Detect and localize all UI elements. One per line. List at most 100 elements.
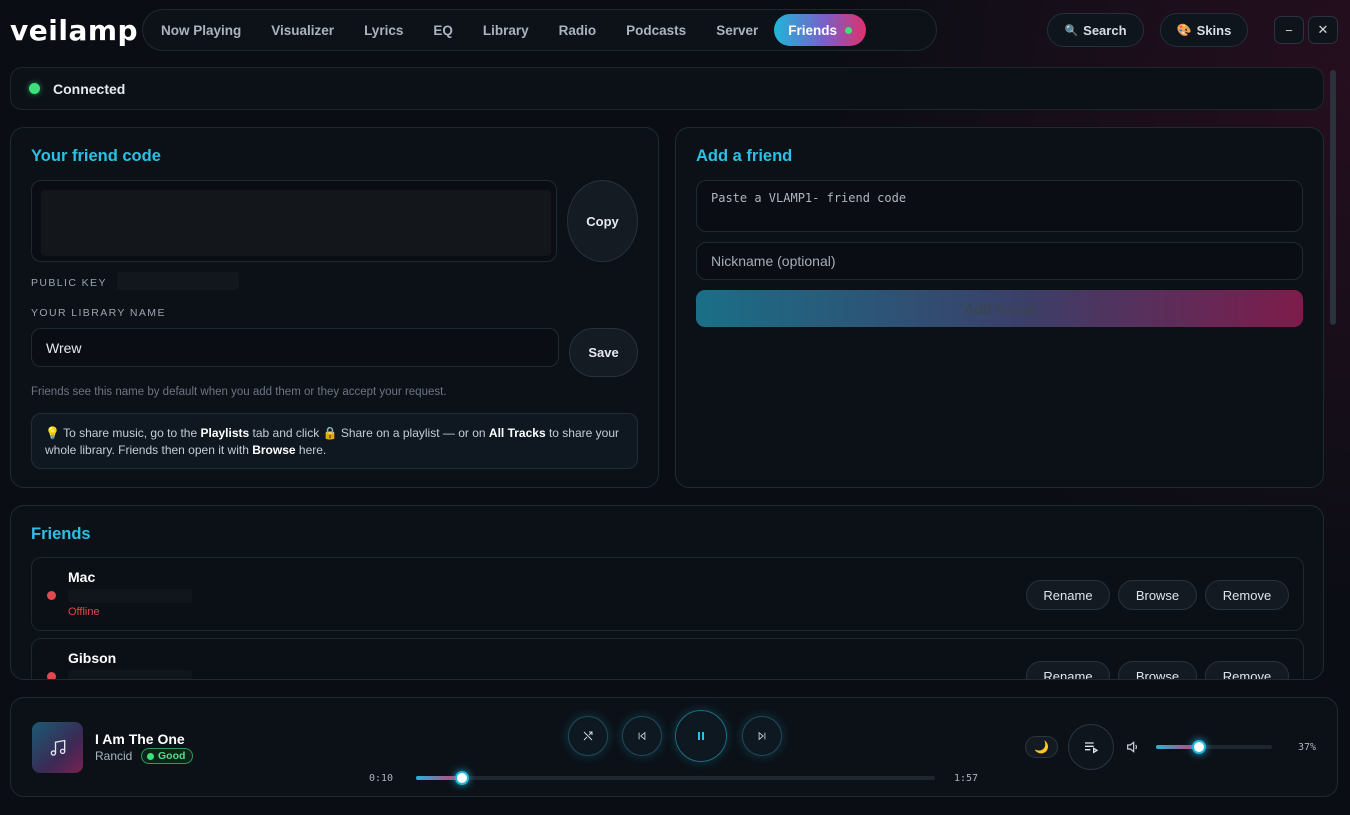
quality-label: Good xyxy=(158,750,186,762)
library-name-label: YOUR LIBRARY NAME xyxy=(31,307,166,319)
friend-name: Gibson xyxy=(68,650,117,666)
friends-card: Friends Mac Offline Rename Browse Remove… xyxy=(10,505,1324,680)
tip-text-4: here. xyxy=(295,443,327,457)
tab-label: EQ xyxy=(433,22,453,38)
search-label: Search xyxy=(1083,22,1127,38)
quality-dot xyxy=(147,752,154,760)
library-name-value: Wrew xyxy=(46,339,82,356)
tab-label: Friends xyxy=(788,22,837,38)
tab-label: Server xyxy=(716,22,759,38)
library-name-hint: Friends see this name by default when yo… xyxy=(31,386,447,398)
friend-code-box[interactable] xyxy=(31,180,557,262)
tab-friends[interactable]: Friends xyxy=(774,14,866,46)
friend-name: Mac xyxy=(68,569,96,585)
previous-button[interactable] xyxy=(622,716,662,756)
copy-button[interactable]: Copy xyxy=(567,180,638,262)
tip-text-1: To share music, go to the xyxy=(59,426,201,440)
remove-button[interactable]: Remove xyxy=(1205,580,1289,610)
seek-handle[interactable] xyxy=(455,771,469,785)
volume-percent: 37% xyxy=(1298,742,1317,753)
tip-text-2: tab and click 🔒 Share on a playlist — or… xyxy=(249,426,489,440)
library-name-input[interactable]: Wrew xyxy=(31,328,559,367)
lightbulb-icon: 💡 xyxy=(45,426,60,440)
seek-bar[interactable] xyxy=(416,771,935,785)
shuffle-button[interactable] xyxy=(568,716,608,756)
friends-title: Friends xyxy=(31,525,91,543)
save-button[interactable]: Save xyxy=(569,328,638,377)
offline-status-dot xyxy=(47,591,56,600)
friend-code-card: Your friend code Copy PUBLIC KEY YOUR LI… xyxy=(10,127,659,488)
tab-library[interactable]: Library xyxy=(469,14,543,46)
connection-status-text: Connected xyxy=(53,80,126,97)
speaker-icon xyxy=(1127,741,1138,753)
search-button[interactable]: 🔍 Search xyxy=(1047,13,1144,47)
tab-label: Lyrics xyxy=(364,22,404,38)
connection-led xyxy=(29,83,40,94)
remove-button[interactable]: Remove xyxy=(1205,661,1289,680)
browse-button[interactable]: Browse xyxy=(1118,580,1197,610)
browse-button[interactable]: Browse xyxy=(1118,661,1197,679)
next-button[interactable] xyxy=(742,716,782,756)
add-friend-title: Add a friend xyxy=(696,147,793,165)
album-art xyxy=(32,722,83,773)
nickname-placeholder: Nickname (optional) xyxy=(711,253,836,269)
minimize-button[interactable]: − xyxy=(1274,16,1304,44)
tip-all-tracks: All Tracks xyxy=(488,426,546,440)
tab-eq[interactable]: EQ xyxy=(419,14,467,46)
shuffle-icon xyxy=(583,731,593,741)
save-label: Save xyxy=(588,345,619,360)
offline-status-dot xyxy=(47,672,56,679)
tab-label: Library xyxy=(482,22,529,38)
tab-lyrics[interactable]: Lyrics xyxy=(350,14,417,46)
queue-icon xyxy=(1085,742,1099,754)
tab-label: Radio xyxy=(558,22,597,38)
skins-label: Skins xyxy=(1196,22,1232,38)
nickname-input[interactable]: Nickname (optional) xyxy=(696,242,1303,280)
track-title: I Am The One xyxy=(95,731,185,747)
scrollbar-thumb[interactable] xyxy=(1330,70,1336,325)
track-artist: Rancid xyxy=(95,749,133,763)
tab-now-playing[interactable]: Now Playing xyxy=(147,14,255,46)
rename-button[interactable]: Rename xyxy=(1026,580,1110,610)
minimize-icon: − xyxy=(1285,22,1293,38)
volume-icon[interactable] xyxy=(1125,739,1141,760)
add-friend-button[interactable]: Add friend xyxy=(696,290,1303,327)
remove-label: Remove xyxy=(1222,668,1272,680)
tab-label: Visualizer xyxy=(271,22,335,38)
skins-button[interactable]: 🎨 Skins xyxy=(1160,13,1248,47)
tab-label: Podcasts xyxy=(626,22,687,38)
sleep-timer-button[interactable]: 🌙 xyxy=(1025,736,1058,758)
app-logo: veilamp xyxy=(10,14,139,47)
queue-button[interactable] xyxy=(1068,724,1114,770)
tab-visualizer[interactable]: Visualizer xyxy=(257,14,348,46)
friend-key-redacted xyxy=(68,589,192,603)
connection-status-bar: Connected xyxy=(10,67,1324,110)
browse-label: Browse xyxy=(1135,587,1180,603)
online-dot xyxy=(845,26,852,34)
public-key-label: PUBLIC KEY xyxy=(31,277,107,289)
palette-icon: 🎨 xyxy=(1176,23,1192,37)
add-friend-card: Add a friend Paste a VLAMP1- friend code… xyxy=(675,127,1324,488)
friend-status: Offline xyxy=(68,606,100,618)
rename-label: Rename xyxy=(1043,668,1093,680)
tab-server[interactable]: Server xyxy=(702,14,772,46)
skip-back-icon xyxy=(638,731,646,741)
close-window-button[interactable]: ✕ xyxy=(1308,16,1338,44)
tip-playlists: Playlists xyxy=(200,426,250,440)
tab-podcasts[interactable]: Podcasts xyxy=(612,14,700,46)
volume-slider[interactable] xyxy=(1156,740,1272,754)
remove-label: Remove xyxy=(1222,587,1272,603)
friend-code-title: Your friend code xyxy=(31,147,161,165)
rename-button[interactable]: Rename xyxy=(1026,661,1110,680)
duration-time: 1:57 xyxy=(954,773,979,784)
pause-button[interactable] xyxy=(675,710,727,762)
tab-radio[interactable]: Radio xyxy=(545,14,611,46)
friend-row: Mac Offline Rename Browse Remove xyxy=(31,557,1304,631)
elapsed-time: 0:10 xyxy=(369,773,394,784)
quality-badge: Good xyxy=(141,748,194,764)
rename-label: Rename xyxy=(1043,587,1093,603)
volume-handle[interactable] xyxy=(1192,740,1206,754)
friend-row: Gibson Rename Browse Remove xyxy=(31,638,1304,680)
friend-code-input[interactable]: Paste a VLAMP1- friend code xyxy=(696,180,1303,232)
tab-label: Now Playing xyxy=(161,22,242,38)
